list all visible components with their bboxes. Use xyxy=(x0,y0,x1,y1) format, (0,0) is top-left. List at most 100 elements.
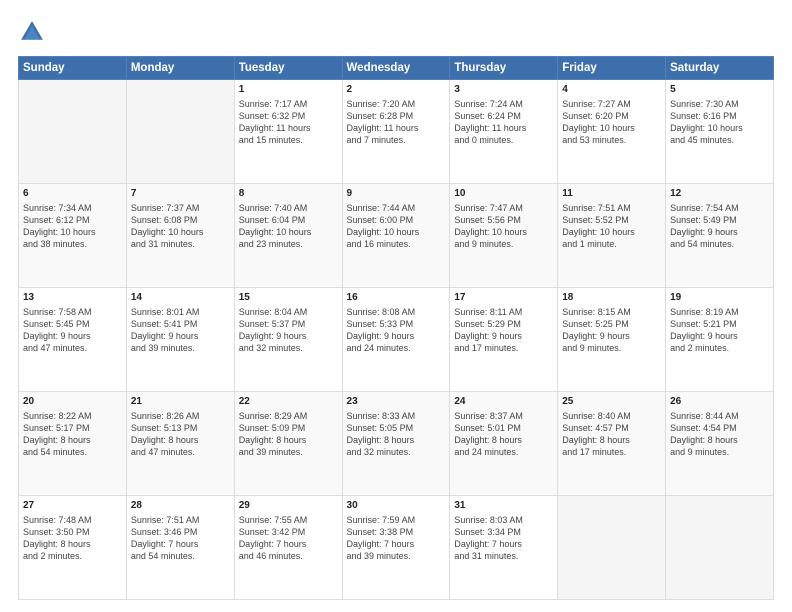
day-info: Sunrise: 8:15 AM Sunset: 5:25 PM Dayligh… xyxy=(562,306,661,355)
day-info: Sunrise: 7:44 AM Sunset: 6:00 PM Dayligh… xyxy=(347,202,446,251)
day-number: 14 xyxy=(131,291,230,305)
day-header-tuesday: Tuesday xyxy=(234,57,342,80)
day-number: 16 xyxy=(347,291,446,305)
calendar-cell: 23Sunrise: 8:33 AM Sunset: 5:05 PM Dayli… xyxy=(342,392,450,496)
calendar-cell: 30Sunrise: 7:59 AM Sunset: 3:38 PM Dayli… xyxy=(342,496,450,600)
calendar-week-row: 20Sunrise: 8:22 AM Sunset: 5:17 PM Dayli… xyxy=(19,392,774,496)
calendar-cell: 12Sunrise: 7:54 AM Sunset: 5:49 PM Dayli… xyxy=(666,184,774,288)
day-info: Sunrise: 7:48 AM Sunset: 3:50 PM Dayligh… xyxy=(23,514,122,563)
day-info: Sunrise: 8:40 AM Sunset: 4:57 PM Dayligh… xyxy=(562,410,661,459)
calendar-cell: 28Sunrise: 7:51 AM Sunset: 3:46 PM Dayli… xyxy=(126,496,234,600)
calendar-cell: 29Sunrise: 7:55 AM Sunset: 3:42 PM Dayli… xyxy=(234,496,342,600)
day-number: 29 xyxy=(239,499,338,513)
day-number: 26 xyxy=(670,395,769,409)
logo-icon xyxy=(18,18,46,46)
calendar-cell: 27Sunrise: 7:48 AM Sunset: 3:50 PM Dayli… xyxy=(19,496,127,600)
day-header-wednesday: Wednesday xyxy=(342,57,450,80)
header xyxy=(18,18,774,46)
day-info: Sunrise: 7:58 AM Sunset: 5:45 PM Dayligh… xyxy=(23,306,122,355)
calendar-cell: 6Sunrise: 7:34 AM Sunset: 6:12 PM Daylig… xyxy=(19,184,127,288)
day-number: 18 xyxy=(562,291,661,305)
day-number: 20 xyxy=(23,395,122,409)
calendar-cell: 15Sunrise: 8:04 AM Sunset: 5:37 PM Dayli… xyxy=(234,288,342,392)
calendar-cell: 3Sunrise: 7:24 AM Sunset: 6:24 PM Daylig… xyxy=(450,80,558,184)
calendar-cell: 5Sunrise: 7:30 AM Sunset: 6:16 PM Daylig… xyxy=(666,80,774,184)
calendar-table: SundayMondayTuesdayWednesdayThursdayFrid… xyxy=(18,56,774,600)
day-number: 17 xyxy=(454,291,553,305)
calendar-week-row: 13Sunrise: 7:58 AM Sunset: 5:45 PM Dayli… xyxy=(19,288,774,392)
day-number: 25 xyxy=(562,395,661,409)
day-header-friday: Friday xyxy=(558,57,666,80)
calendar-cell: 20Sunrise: 8:22 AM Sunset: 5:17 PM Dayli… xyxy=(19,392,127,496)
day-number: 1 xyxy=(239,83,338,97)
day-number: 9 xyxy=(347,187,446,201)
day-header-monday: Monday xyxy=(126,57,234,80)
calendar-header-row: SundayMondayTuesdayWednesdayThursdayFrid… xyxy=(19,57,774,80)
day-info: Sunrise: 7:34 AM Sunset: 6:12 PM Dayligh… xyxy=(23,202,122,251)
day-number: 31 xyxy=(454,499,553,513)
day-info: Sunrise: 8:22 AM Sunset: 5:17 PM Dayligh… xyxy=(23,410,122,459)
day-info: Sunrise: 8:33 AM Sunset: 5:05 PM Dayligh… xyxy=(347,410,446,459)
day-info: Sunrise: 8:26 AM Sunset: 5:13 PM Dayligh… xyxy=(131,410,230,459)
day-number: 5 xyxy=(670,83,769,97)
day-number: 30 xyxy=(347,499,446,513)
day-info: Sunrise: 7:30 AM Sunset: 6:16 PM Dayligh… xyxy=(670,98,769,147)
calendar-cell: 22Sunrise: 8:29 AM Sunset: 5:09 PM Dayli… xyxy=(234,392,342,496)
calendar-cell xyxy=(19,80,127,184)
calendar-cell: 24Sunrise: 8:37 AM Sunset: 5:01 PM Dayli… xyxy=(450,392,558,496)
day-info: Sunrise: 8:29 AM Sunset: 5:09 PM Dayligh… xyxy=(239,410,338,459)
calendar-cell: 19Sunrise: 8:19 AM Sunset: 5:21 PM Dayli… xyxy=(666,288,774,392)
calendar-cell: 10Sunrise: 7:47 AM Sunset: 5:56 PM Dayli… xyxy=(450,184,558,288)
day-info: Sunrise: 7:54 AM Sunset: 5:49 PM Dayligh… xyxy=(670,202,769,251)
day-info: Sunrise: 8:08 AM Sunset: 5:33 PM Dayligh… xyxy=(347,306,446,355)
day-info: Sunrise: 7:27 AM Sunset: 6:20 PM Dayligh… xyxy=(562,98,661,147)
day-number: 19 xyxy=(670,291,769,305)
day-number: 24 xyxy=(454,395,553,409)
day-info: Sunrise: 7:37 AM Sunset: 6:08 PM Dayligh… xyxy=(131,202,230,251)
day-info: Sunrise: 8:19 AM Sunset: 5:21 PM Dayligh… xyxy=(670,306,769,355)
day-number: 8 xyxy=(239,187,338,201)
calendar-cell: 8Sunrise: 7:40 AM Sunset: 6:04 PM Daylig… xyxy=(234,184,342,288)
calendar-cell: 18Sunrise: 8:15 AM Sunset: 5:25 PM Dayli… xyxy=(558,288,666,392)
calendar-cell: 9Sunrise: 7:44 AM Sunset: 6:00 PM Daylig… xyxy=(342,184,450,288)
day-info: Sunrise: 8:04 AM Sunset: 5:37 PM Dayligh… xyxy=(239,306,338,355)
calendar-week-row: 1Sunrise: 7:17 AM Sunset: 6:32 PM Daylig… xyxy=(19,80,774,184)
calendar-cell: 13Sunrise: 7:58 AM Sunset: 5:45 PM Dayli… xyxy=(19,288,127,392)
day-number: 23 xyxy=(347,395,446,409)
calendar-cell: 31Sunrise: 8:03 AM Sunset: 3:34 PM Dayli… xyxy=(450,496,558,600)
day-number: 2 xyxy=(347,83,446,97)
day-number: 21 xyxy=(131,395,230,409)
page: SundayMondayTuesdayWednesdayThursdayFrid… xyxy=(0,0,792,612)
day-info: Sunrise: 7:24 AM Sunset: 6:24 PM Dayligh… xyxy=(454,98,553,147)
day-info: Sunrise: 8:03 AM Sunset: 3:34 PM Dayligh… xyxy=(454,514,553,563)
calendar-cell xyxy=(126,80,234,184)
day-number: 6 xyxy=(23,187,122,201)
day-info: Sunrise: 7:51 AM Sunset: 5:52 PM Dayligh… xyxy=(562,202,661,251)
calendar-cell: 17Sunrise: 8:11 AM Sunset: 5:29 PM Dayli… xyxy=(450,288,558,392)
calendar-cell: 14Sunrise: 8:01 AM Sunset: 5:41 PM Dayli… xyxy=(126,288,234,392)
day-number: 13 xyxy=(23,291,122,305)
day-info: Sunrise: 7:17 AM Sunset: 6:32 PM Dayligh… xyxy=(239,98,338,147)
calendar-cell xyxy=(558,496,666,600)
calendar-cell: 7Sunrise: 7:37 AM Sunset: 6:08 PM Daylig… xyxy=(126,184,234,288)
day-info: Sunrise: 7:59 AM Sunset: 3:38 PM Dayligh… xyxy=(347,514,446,563)
calendar-cell: 4Sunrise: 7:27 AM Sunset: 6:20 PM Daylig… xyxy=(558,80,666,184)
calendar-cell: 11Sunrise: 7:51 AM Sunset: 5:52 PM Dayli… xyxy=(558,184,666,288)
logo xyxy=(18,18,50,46)
day-number: 7 xyxy=(131,187,230,201)
day-number: 27 xyxy=(23,499,122,513)
day-number: 28 xyxy=(131,499,230,513)
day-number: 12 xyxy=(670,187,769,201)
day-info: Sunrise: 8:37 AM Sunset: 5:01 PM Dayligh… xyxy=(454,410,553,459)
day-number: 3 xyxy=(454,83,553,97)
calendar-week-row: 27Sunrise: 7:48 AM Sunset: 3:50 PM Dayli… xyxy=(19,496,774,600)
day-header-sunday: Sunday xyxy=(19,57,127,80)
calendar-cell: 26Sunrise: 8:44 AM Sunset: 4:54 PM Dayli… xyxy=(666,392,774,496)
day-info: Sunrise: 7:51 AM Sunset: 3:46 PM Dayligh… xyxy=(131,514,230,563)
day-info: Sunrise: 8:01 AM Sunset: 5:41 PM Dayligh… xyxy=(131,306,230,355)
day-info: Sunrise: 8:11 AM Sunset: 5:29 PM Dayligh… xyxy=(454,306,553,355)
day-info: Sunrise: 7:47 AM Sunset: 5:56 PM Dayligh… xyxy=(454,202,553,251)
day-number: 22 xyxy=(239,395,338,409)
day-info: Sunrise: 7:40 AM Sunset: 6:04 PM Dayligh… xyxy=(239,202,338,251)
calendar-cell: 2Sunrise: 7:20 AM Sunset: 6:28 PM Daylig… xyxy=(342,80,450,184)
